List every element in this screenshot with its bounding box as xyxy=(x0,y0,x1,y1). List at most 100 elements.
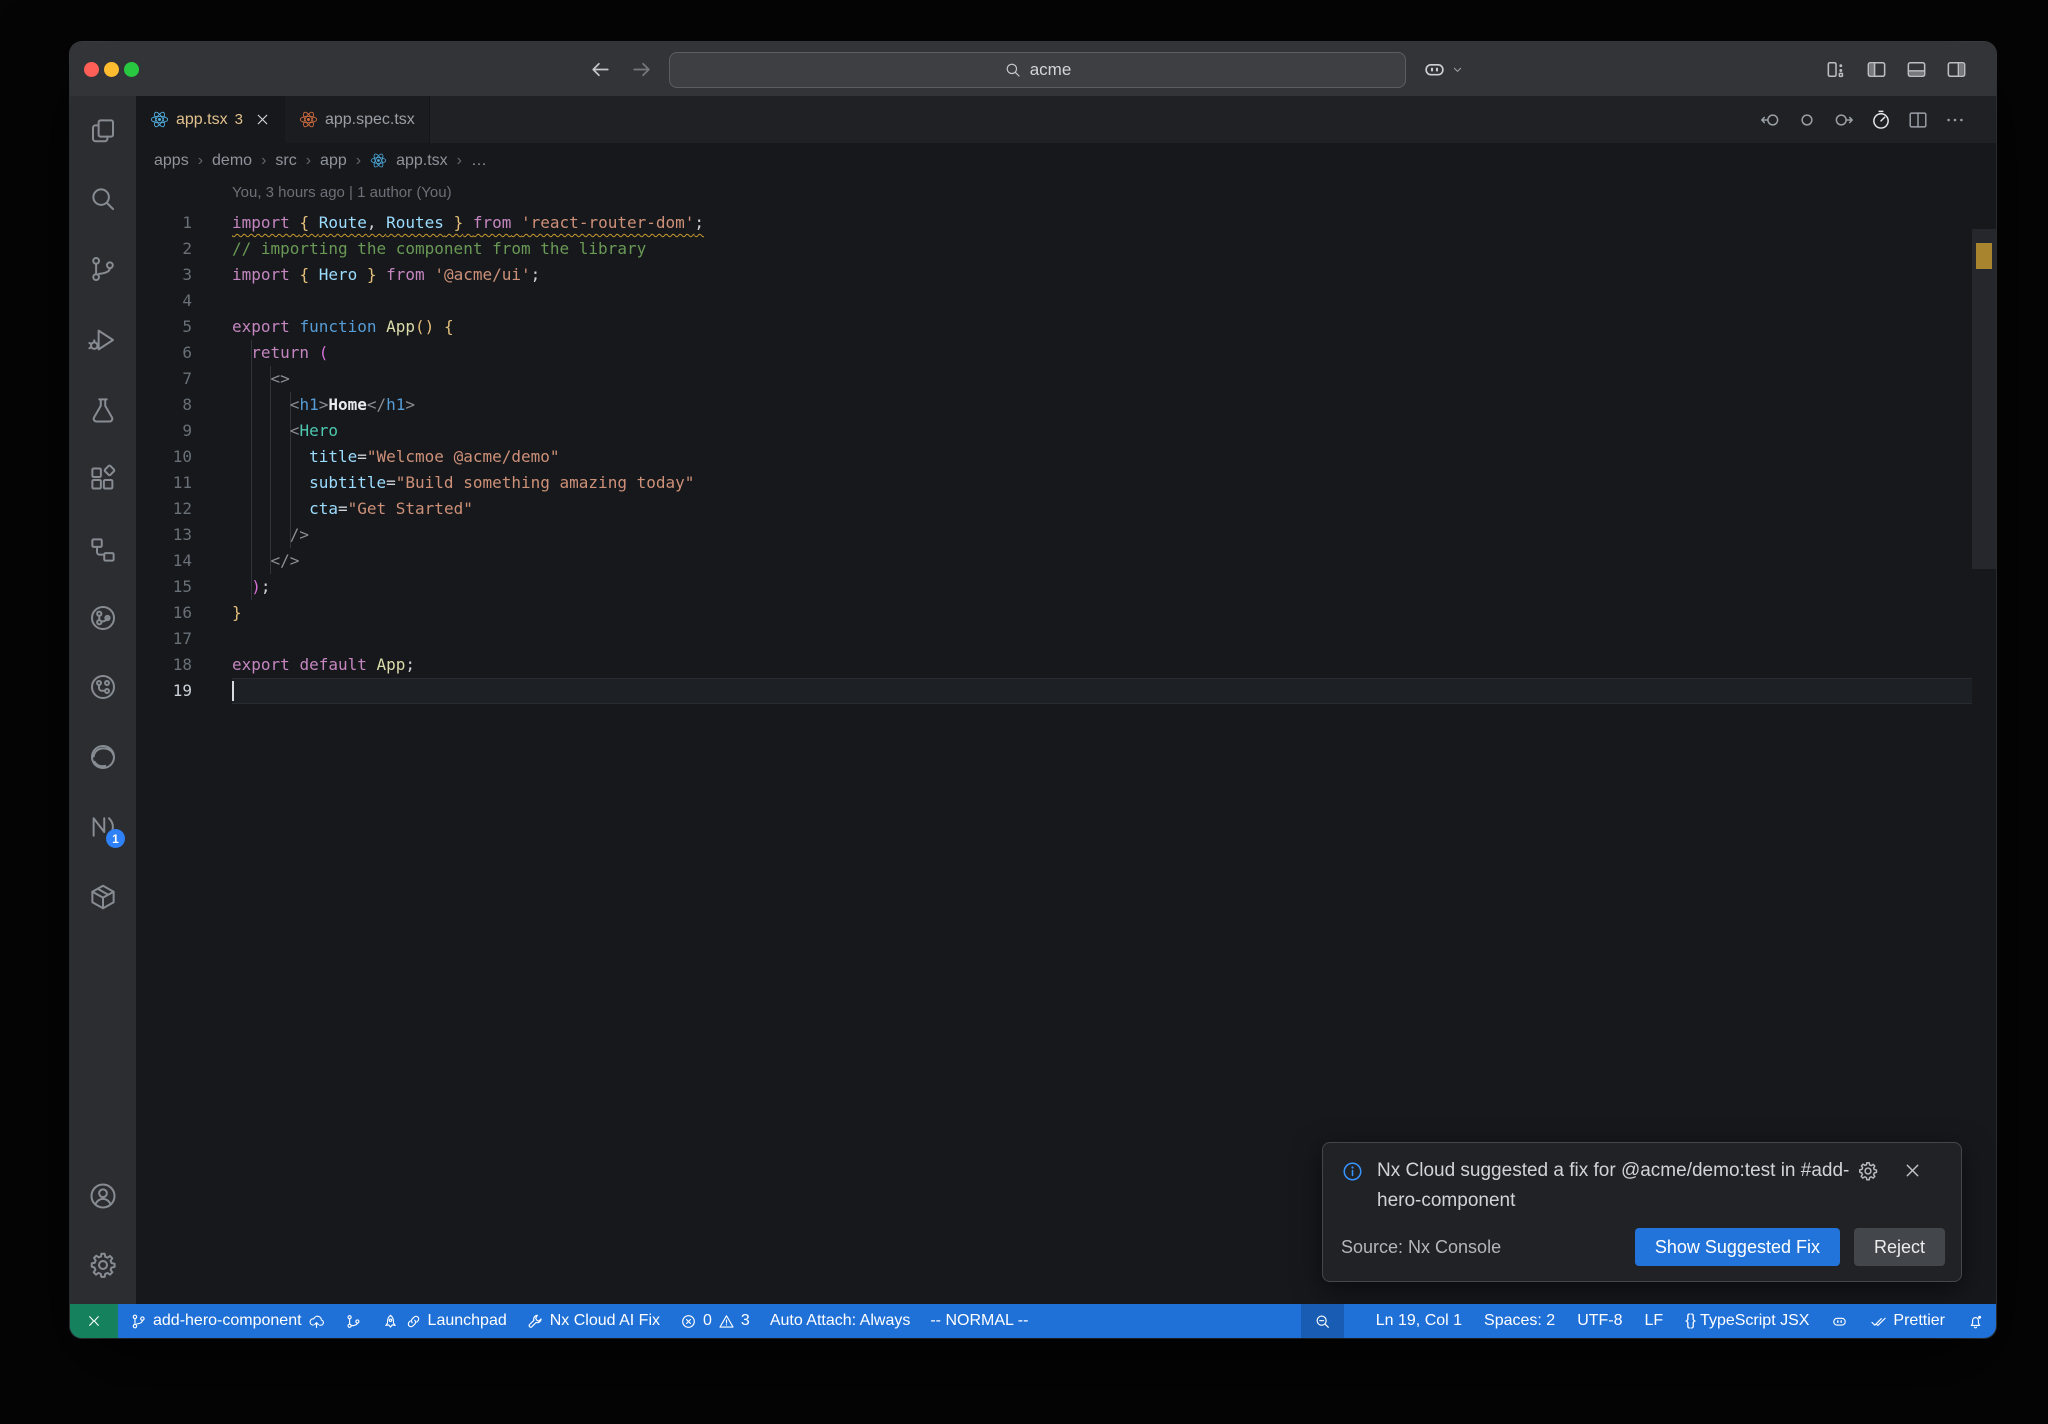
code-line-3[interactable]: 3 import { Hero } from '@acme/ui'; xyxy=(136,262,1972,288)
panel-left-icon[interactable] xyxy=(1865,58,1888,81)
status-language-mode-label: {} TypeScript JSX xyxy=(1685,1312,1810,1329)
notification-settings-gear-icon[interactable] xyxy=(1857,1160,1879,1182)
activity-item-settings[interactable] xyxy=(88,1250,118,1280)
circle-icon[interactable] xyxy=(1796,109,1818,131)
activity-item-edge-browser[interactable] xyxy=(88,742,118,772)
code-line-18[interactable]: 18 export default App; xyxy=(136,652,1972,678)
code-line-19[interactable]: 19 xyxy=(136,678,1972,704)
panel-bottom-icon[interactable] xyxy=(1905,58,1928,81)
breadcrumb-item-app[interactable]: app xyxy=(320,152,347,170)
status-problems[interactable]: 03 xyxy=(680,1312,750,1330)
close-window-button[interactable] xyxy=(84,61,99,77)
activity-item-search[interactable] xyxy=(88,184,118,214)
git-graph-icon xyxy=(345,1313,362,1330)
nav-back-circle-icon[interactable] xyxy=(1759,109,1781,131)
code-line-1[interactable]: 1 import { Route, Routes } from 'react-ro… xyxy=(136,210,1972,236)
status-notifications-bell[interactable] xyxy=(1967,1313,1984,1330)
status-encoding[interactable]: UTF-8 xyxy=(1577,1312,1622,1330)
breadcrumb-symbol[interactable]: … xyxy=(471,152,487,170)
activity-item-run-and-debug[interactable] xyxy=(88,325,118,355)
tab-close-icon[interactable] xyxy=(254,111,271,128)
code-line-10[interactable]: 10 title="Welcmoe @acme/demo" xyxy=(136,444,1972,470)
code-line-8[interactable]: 8 <h1>Home</h1> xyxy=(136,392,1972,418)
activity-item-nx-console[interactable]: 1 xyxy=(88,812,125,848)
code-line-2[interactable]: 2// importing the component from the lib… xyxy=(136,236,1972,262)
desktop-background: acme 1 app.tsx 3 app.spec.tsx apps › demo › sr… xyxy=(0,0,2048,1424)
line-number: 8 xyxy=(182,395,192,414)
code-line-6[interactable]: 6 return ( xyxy=(136,340,1972,366)
status-problems-label: 3 xyxy=(740,1312,750,1329)
activity-item-account[interactable] xyxy=(88,1181,118,1211)
line-number: 13 xyxy=(172,525,192,544)
reject-button[interactable]: Reject xyxy=(1853,1228,1945,1266)
code-line-11[interactable]: 11 subtitle="Build something amazing tod… xyxy=(136,470,1972,496)
code-line-15[interactable]: 15 ); xyxy=(136,574,1972,600)
status-indentation[interactable]: Spaces: 2 xyxy=(1484,1312,1555,1330)
panel-right-icon[interactable] xyxy=(1945,58,1968,81)
status-prettier[interactable]: Prettier xyxy=(1870,1312,1945,1330)
notification-toast: Nx Cloud suggested a fix for @acme/demo:… xyxy=(1322,1142,1962,1282)
status-auto-attach[interactable]: Auto Attach: Always xyxy=(770,1312,911,1330)
status-language-mode[interactable]: {} TypeScript JSX xyxy=(1685,1312,1809,1330)
history-back-icon[interactable] xyxy=(588,57,613,82)
code-line-14[interactable]: 14 </> xyxy=(136,548,1972,574)
activity-item-testing[interactable] xyxy=(88,395,118,425)
status-nx-cloud-ai-fix[interactable]: Nx Cloud AI Fix xyxy=(527,1312,660,1330)
zoom-window-button[interactable] xyxy=(124,61,139,77)
history-forward-icon[interactable] xyxy=(629,57,654,82)
line-number: 1 xyxy=(182,213,192,232)
code-line-13[interactable]: 13 /> xyxy=(136,522,1972,548)
minimize-window-button[interactable] xyxy=(104,61,119,77)
code-line-17[interactable]: 17 xyxy=(136,626,1972,652)
vscode-window: acme 1 app.tsx 3 app.spec.tsx apps › demo › sr… xyxy=(70,42,1996,1338)
status-git-branch-label: add-hero-component xyxy=(153,1312,302,1329)
breadcrumb-item-src[interactable]: src xyxy=(275,152,296,170)
status-copilot[interactable] xyxy=(1831,1313,1848,1330)
remote-indicator[interactable] xyxy=(70,1304,118,1338)
tab-label: app.spec.tsx xyxy=(324,110,415,128)
code-line-7[interactable]: 7 <> xyxy=(136,366,1972,392)
breadcrumb-item-demo[interactable]: demo xyxy=(212,152,252,170)
breadcrumb-item-apps[interactable]: apps xyxy=(154,152,189,170)
status-eol-label: LF xyxy=(1644,1312,1664,1329)
code-line-4[interactable]: 4 xyxy=(136,288,1972,314)
run-circle-icon[interactable] xyxy=(1870,109,1892,131)
split-editor-icon[interactable] xyxy=(1907,109,1929,131)
show-suggested-fix-button[interactable]: Show Suggested Fix xyxy=(1634,1228,1840,1266)
nav-forward-circle-icon[interactable] xyxy=(1833,109,1855,131)
activity-item-nx-cloud[interactable] xyxy=(88,603,118,633)
status-launchpad[interactable]: Launchpad xyxy=(382,1312,507,1330)
editor-scrollbar[interactable] xyxy=(1972,143,1996,1304)
notification-close-icon[interactable] xyxy=(1902,1160,1923,1181)
breadcrumb-file[interactable]: app.tsx xyxy=(396,152,448,170)
react-icon xyxy=(370,152,387,169)
activity-item-extensions[interactable] xyxy=(88,464,118,494)
status-git-graph[interactable] xyxy=(345,1313,362,1330)
code-editor[interactable]: 1 import { Route, Routes } from 'react-ro… xyxy=(136,210,1972,704)
notification-message: Nx Cloud suggested a fix for @acme/demo:… xyxy=(1377,1160,1850,1211)
code-line-5[interactable]: 5 export function App() { xyxy=(136,314,1972,340)
code-line-9[interactable]: 9 <Hero xyxy=(136,418,1972,444)
command-center-search[interactable]: acme xyxy=(669,52,1406,88)
tab-app-spec-tsx[interactable]: app.spec.tsx xyxy=(284,96,430,143)
status-vim-mode[interactable]: -- NORMAL -- xyxy=(930,1312,1028,1330)
tab-strip: app.tsx 3 app.spec.tsx xyxy=(136,96,1996,143)
activity-item-code-structure[interactable] xyxy=(88,535,118,565)
tab-app-tsx[interactable]: app.tsx 3 xyxy=(136,96,285,143)
scrollbar-thumb[interactable] xyxy=(1972,229,1996,569)
status-cursor-position[interactable]: Ln 19, Col 1 xyxy=(1376,1312,1462,1330)
status-zoom-indicator[interactable] xyxy=(1300,1304,1344,1338)
activity-item-explorer[interactable] xyxy=(88,116,118,146)
activity-item-nx-cloud-agents[interactable] xyxy=(88,672,118,702)
activity-item-source-control[interactable] xyxy=(88,254,118,284)
more-icon[interactable] xyxy=(1944,109,1966,131)
edge-browser-icon xyxy=(88,742,118,772)
activity-item-project-explorer[interactable] xyxy=(88,882,118,912)
copilot-menu[interactable] xyxy=(1422,42,1465,96)
line-number: 7 xyxy=(182,369,192,388)
code-line-16[interactable]: 16} xyxy=(136,600,1972,626)
status-git-branch[interactable]: add-hero-component xyxy=(130,1312,325,1330)
customize-layout-icon[interactable] xyxy=(1825,58,1848,81)
status-eol[interactable]: LF xyxy=(1645,1312,1664,1330)
code-line-12[interactable]: 12 cta="Get Started" xyxy=(136,496,1972,522)
